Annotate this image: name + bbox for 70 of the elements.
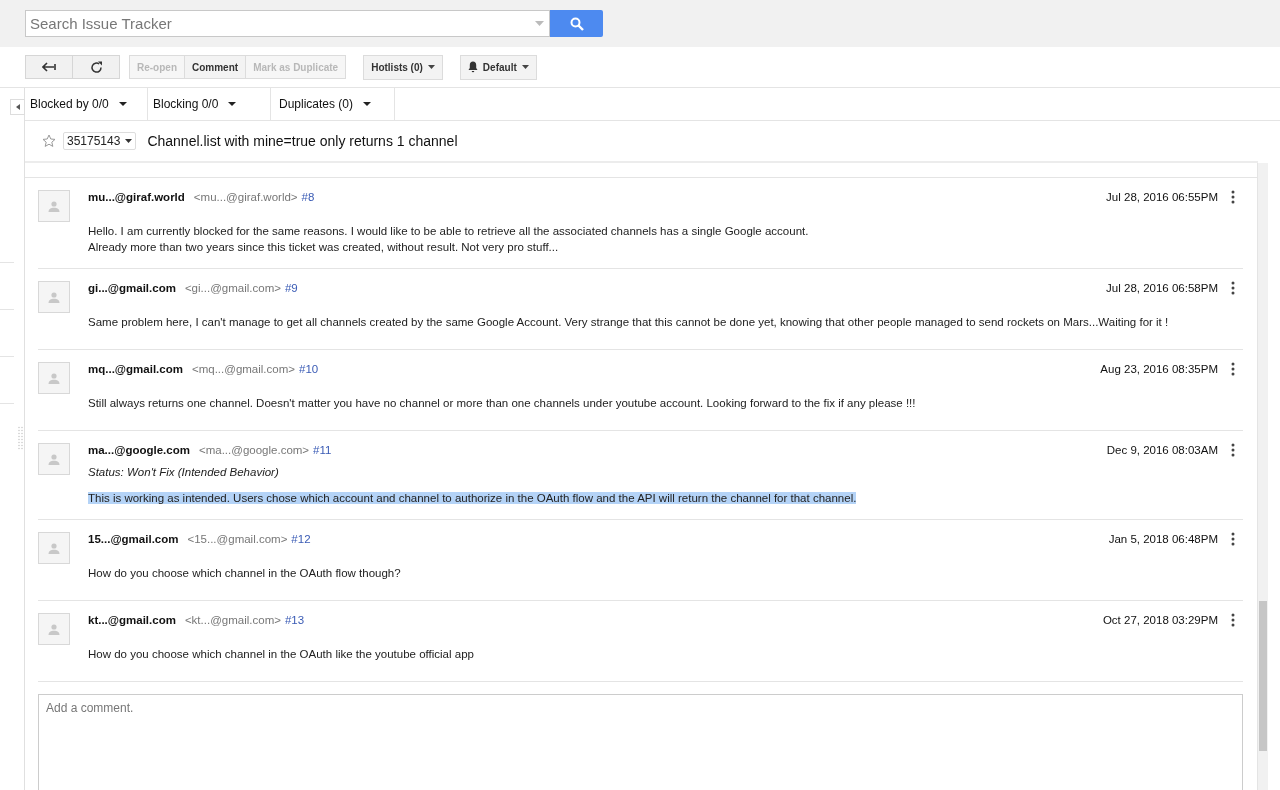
comment-field[interactable]: Add a comment. (38, 694, 1243, 790)
search-field[interactable]: Search Issue Tracker (25, 10, 550, 37)
author-name: kt...@gmail.com (88, 614, 176, 626)
more-icon[interactable] (1231, 532, 1235, 546)
more-icon[interactable] (1231, 443, 1235, 457)
comment-link[interactable]: #13 (284, 614, 305, 626)
author-name: ma...@google.com (88, 444, 190, 456)
comment-text: This is working as intended. Users chose which account and channel to authorize in the OAuth flow and the API will return the channel for that channel. (88, 492, 857, 504)
comment-link[interactable]: #9 (284, 282, 298, 294)
drag-handle-icon[interactable] (18, 426, 23, 450)
author-name: mu...@giraf.world (88, 191, 185, 203)
comment-date: Aug 23, 2016 08:35PM (1100, 363, 1218, 375)
author-email: <kt...@gmail.com> (184, 614, 281, 626)
person-icon (48, 623, 60, 635)
author-email: <mu...@giraf.world> (193, 191, 298, 203)
comment-text: How do you choose which channel in the OAuth flow though? (88, 567, 401, 579)
action-button[interactable]: Comment (184, 55, 247, 79)
status-change: Status: Won't Fix (Intended Behavior) (88, 466, 280, 478)
comment-date: Jan 5, 2018 06:48PM (1108, 533, 1218, 545)
person-icon (48, 453, 60, 465)
comment-link[interactable]: #8 (301, 191, 315, 203)
scrollbar-thumb[interactable] (1259, 601, 1267, 751)
author-email: <mq...@gmail.com> (191, 363, 295, 375)
comment-date: Oct 27, 2018 03:29PM (1102, 614, 1218, 626)
issue-id-dropdown[interactable]: 35175143 (63, 132, 137, 150)
caret-icon (125, 139, 133, 143)
caret-icon (228, 102, 237, 106)
person-icon (48, 542, 60, 554)
bell-icon (467, 61, 478, 73)
more-icon[interactable] (1231, 613, 1235, 627)
comment-link[interactable]: #10 (299, 363, 319, 375)
issue-title: Channel.list with mine=true only returns 1 channel (147, 133, 458, 149)
comment-text: How do you choose which channel in the OAuth like the youtube official app (88, 648, 474, 660)
caret-icon (521, 65, 529, 69)
caret-icon (363, 102, 372, 106)
comment-date: Jul 28, 2016 06:55PM (1106, 191, 1218, 203)
comment-date: Dec 9, 2016 08:03AM (1106, 444, 1218, 456)
back-button[interactable] (25, 55, 73, 79)
refresh-button[interactable] (72, 55, 120, 79)
comment-date: Jul 28, 2016 06:58PM (1106, 282, 1218, 294)
author-name: mq...@gmail.com (88, 363, 183, 375)
collapse-button[interactable] (10, 99, 25, 115)
search-icon (569, 16, 584, 31)
author-email: <gi...@gmail.com> (184, 282, 281, 294)
caret-icon (535, 21, 544, 26)
back-arrow-icon (42, 62, 56, 72)
caret-icon (118, 102, 127, 106)
caret-icon (427, 65, 435, 69)
author-email: <15...@gmail.com> (187, 533, 288, 545)
hotlists-button[interactable]: Hotlists (0) (363, 54, 443, 80)
comment-link[interactable]: #11 (313, 444, 332, 456)
caret-icon (15, 104, 20, 110)
star-icon[interactable] (42, 134, 56, 148)
comment-text: Hello. I am currently blocked for the same reasons. I would like to be able to retrieve all the associated channels has a single Google account. (88, 225, 809, 237)
author-name: gi...@gmail.com (88, 282, 176, 294)
person-icon (48, 291, 60, 303)
comment-link[interactable]: #12 (291, 533, 311, 545)
notification-button[interactable]: Default (459, 54, 537, 80)
more-icon[interactable] (1231, 190, 1235, 204)
author-name: 15...@gmail.com (88, 533, 179, 545)
more-icon[interactable] (1231, 281, 1235, 295)
refresh-icon (89, 60, 103, 74)
more-icon[interactable] (1231, 362, 1235, 376)
comment-text: Still always returns one channel. Doesn't matter you have no channel or more than one channels under youtube account. Looking forward to the fix if any please !!! (88, 397, 916, 409)
comment-text: Same problem here, I can't manage to get all channels created by the same Google Account. Very strange that this cannot be done yet, knowing that other people managed to send rockets on Mars...Waiting for it ! (88, 316, 1169, 328)
person-icon (48, 200, 60, 212)
comment-text: Already more than two years since this ticket was created, without result. Not very pro stuff... (88, 241, 559, 253)
person-icon (48, 372, 60, 384)
search-button[interactable] (550, 10, 603, 37)
author-email: <ma...@google.com> (198, 444, 310, 456)
